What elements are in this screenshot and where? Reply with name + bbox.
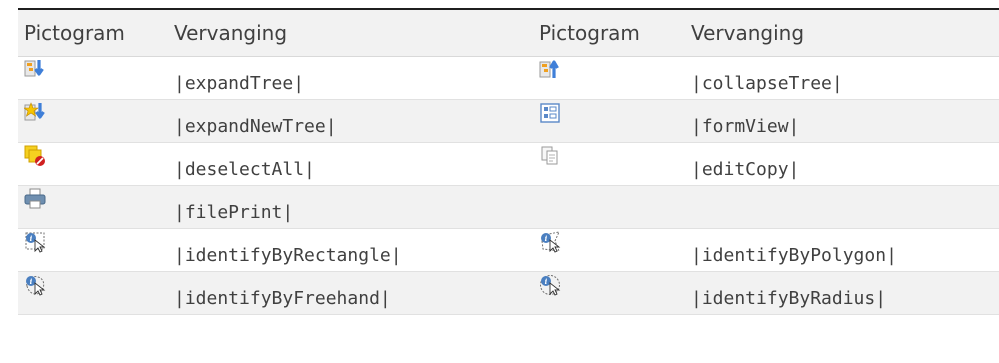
- identify-by-rectangle-icon: i: [24, 231, 46, 253]
- code-identify-by-radius: |identifyByRadius|: [691, 288, 887, 309]
- code-form-view: |formView|: [691, 116, 800, 137]
- svg-text:i: i: [30, 277, 33, 286]
- code-edit-copy: |editCopy|: [691, 159, 800, 180]
- table-row: |expandTree| |collapseTree|: [18, 57, 999, 100]
- file-print-icon: [24, 188, 46, 210]
- code-file-print: |filePrint|: [174, 202, 294, 223]
- code-identify-by-freehand: |identifyByFreehand|: [174, 288, 391, 309]
- code-deselect-all: |deselectAll|: [174, 159, 315, 180]
- code-collapse-tree: |collapseTree|: [691, 73, 843, 94]
- table-row: i |identifyByRectangle| i |identifyByPol…: [18, 229, 999, 272]
- code-identify-by-rectangle: |identifyByRectangle|: [174, 245, 402, 266]
- svg-text:i: i: [30, 234, 33, 243]
- table-row: i |identifyByFreehand| i |identifyByRadi…: [18, 272, 999, 315]
- form-view-icon: [539, 102, 561, 124]
- expand-tree-icon: [24, 59, 46, 81]
- header-replacement-2: Vervanging: [691, 21, 805, 45]
- code-expand-tree: |expandTree|: [174, 73, 305, 94]
- identify-by-freehand-icon: i: [24, 274, 46, 296]
- table-row: |deselectAll| |editCopy|: [18, 143, 999, 186]
- edit-copy-icon: [539, 145, 561, 167]
- icon-substitution-table: Pictogram Vervanging Pictogram Vervangin…: [0, 0, 999, 363]
- header-replacement-1: Vervanging: [174, 21, 288, 45]
- identify-by-radius-icon: i: [539, 274, 561, 296]
- code-expand-new-tree: |expandNewTree|: [174, 116, 337, 137]
- code-identify-by-polygon: |identifyByPolygon|: [691, 245, 897, 266]
- deselect-all-icon: [24, 145, 46, 167]
- table-row: |filePrint|: [18, 186, 999, 229]
- identify-by-polygon-icon: i: [539, 231, 561, 253]
- header-pictogram-1: Pictogram: [24, 21, 125, 45]
- svg-text:i: i: [545, 234, 548, 243]
- table-header-row: Pictogram Vervanging Pictogram Vervangin…: [18, 10, 999, 57]
- collapse-tree-icon: [539, 59, 561, 81]
- svg-text:i: i: [545, 277, 548, 286]
- expand-new-tree-icon: [24, 102, 46, 124]
- header-pictogram-2: Pictogram: [539, 21, 640, 45]
- table-row: |expandNewTree| |formView|: [18, 100, 999, 143]
